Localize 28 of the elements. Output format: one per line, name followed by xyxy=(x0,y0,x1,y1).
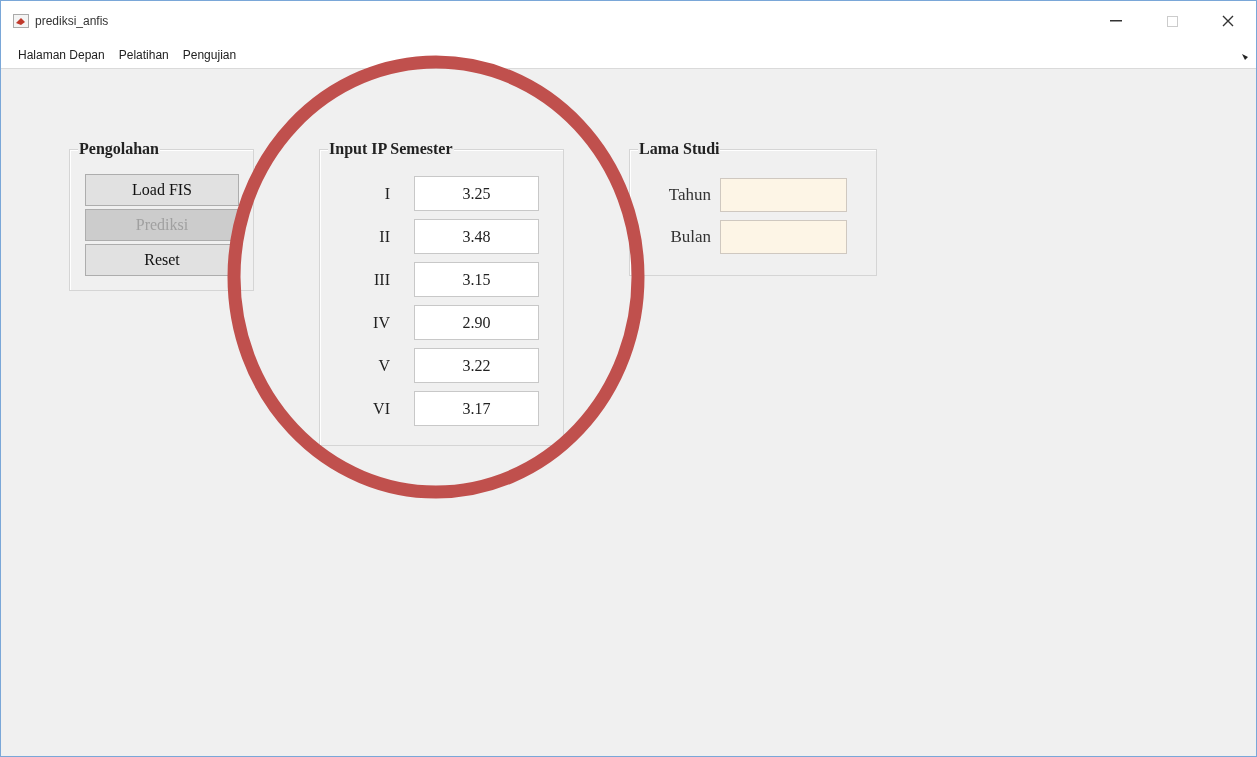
pointer-icon xyxy=(1242,54,1248,60)
field-label: Bulan xyxy=(669,226,712,249)
menu-item[interactable]: Pelatihan xyxy=(111,45,176,64)
minimize-icon xyxy=(1110,20,1122,22)
result-field[interactable] xyxy=(720,220,847,254)
ip-input-field[interactable]: 3.22 xyxy=(414,348,539,383)
ip-input-field[interactable]: 3.17 xyxy=(414,391,539,426)
semester-label: IV xyxy=(372,312,391,333)
ip-input-field[interactable]: 3.25 xyxy=(414,176,539,211)
menu-item[interactable]: Halaman Depan xyxy=(11,45,112,64)
semester-label: I xyxy=(383,183,391,204)
semester-label: VI xyxy=(372,398,391,419)
ip-input-field[interactable]: 3.48 xyxy=(414,219,539,254)
menu-item[interactable]: Pengujian xyxy=(175,45,244,64)
panel-title: Pengolahan xyxy=(78,140,160,158)
maximize-icon xyxy=(1166,15,1178,27)
action-button[interactable]: Load FIS xyxy=(85,174,239,206)
field-label: Tahun xyxy=(667,184,712,207)
panel-title: Input IP Semester xyxy=(328,140,454,158)
window-title: prediksi_anfis xyxy=(35,13,109,30)
ip-input-field[interactable]: 2.90 xyxy=(414,305,539,340)
semester-label: II xyxy=(378,226,391,247)
ip-input-field[interactable]: 3.15 xyxy=(414,262,539,297)
result-field[interactable] xyxy=(720,178,847,212)
semester-label: III xyxy=(373,269,391,290)
app-icon xyxy=(13,14,29,28)
semester-label: V xyxy=(377,355,391,376)
close-icon xyxy=(1222,15,1234,27)
